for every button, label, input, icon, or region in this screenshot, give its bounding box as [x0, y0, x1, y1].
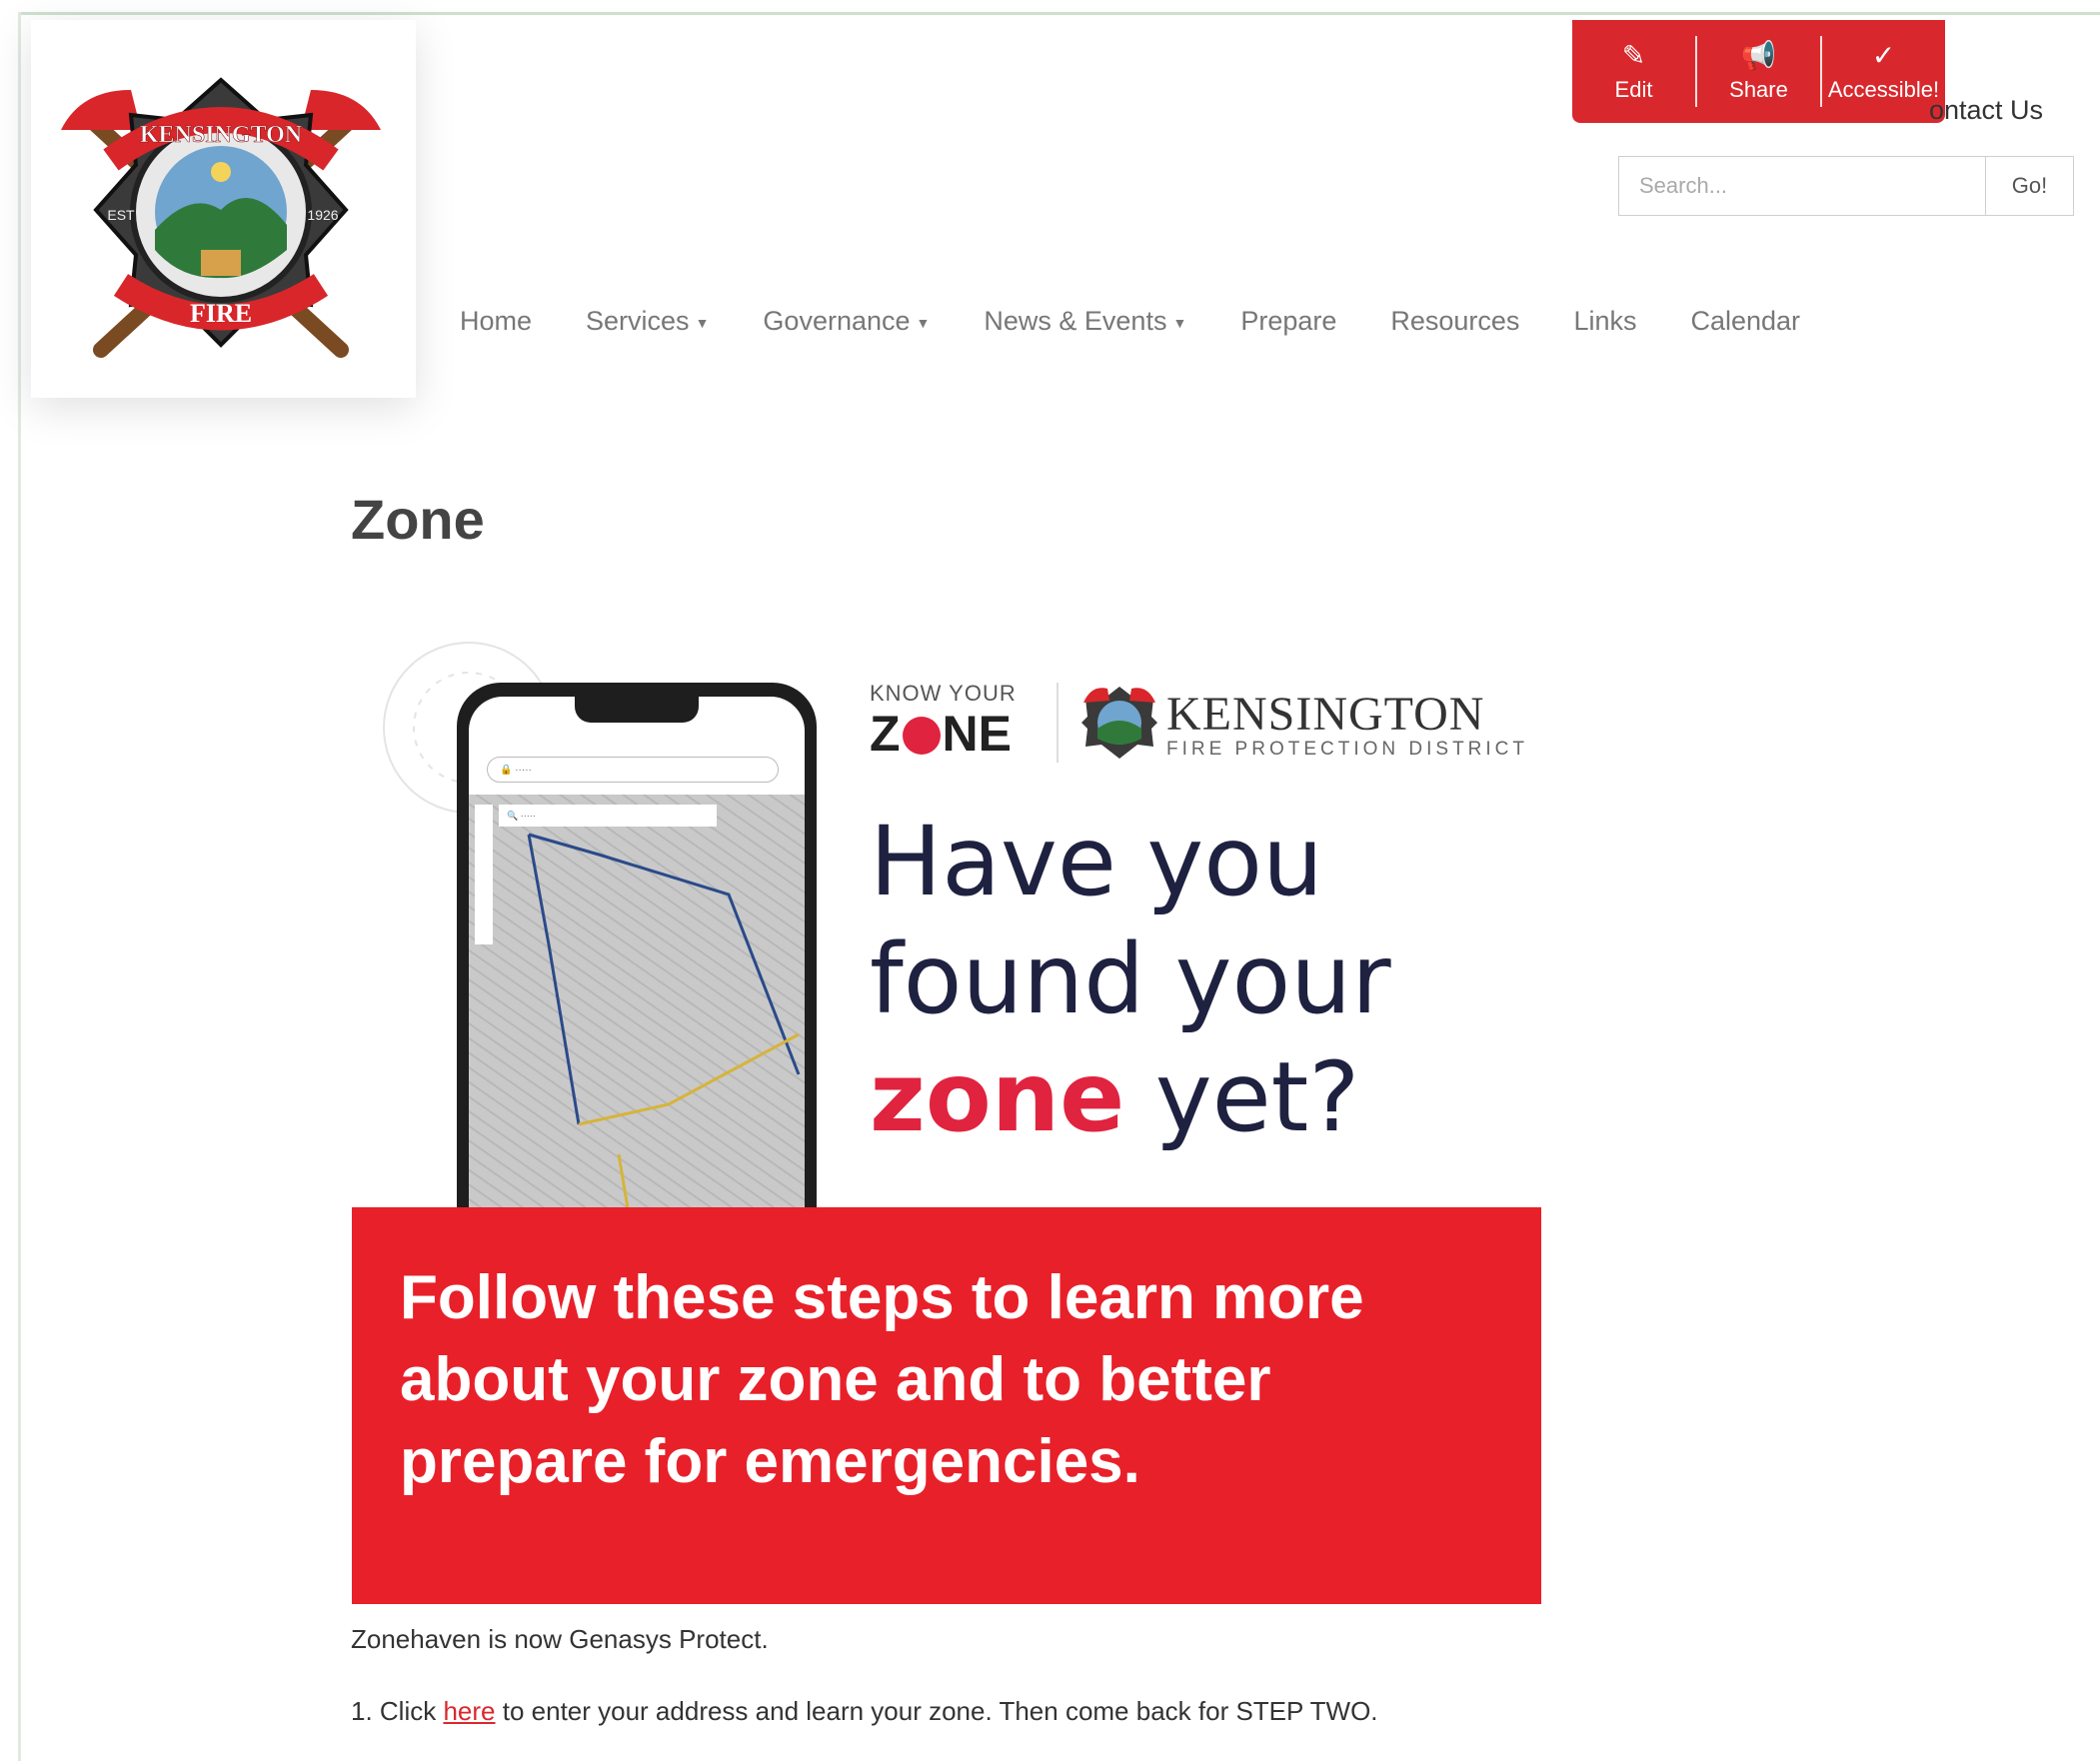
know-your-label: KNOW YOUR — [870, 681, 1017, 706]
nav-label: Home — [460, 306, 533, 336]
genasys-note: Zonehaven is now Genasys Protect. — [351, 1624, 769, 1654]
page-title: Zone — [351, 488, 485, 551]
nav-governance[interactable]: Governance ▼ — [736, 306, 957, 337]
phone-address-bar: 🔒 ····· — [487, 757, 779, 783]
zone-banner: 🔒 ····· 🔍 ····· KNOW YOUR Z NE KENSINGTON… — [352, 633, 1541, 1604]
nav-resources[interactable]: Resources — [1363, 306, 1546, 337]
kensington-mini-badge-icon — [1081, 687, 1157, 759]
edit-label: Edit — [1614, 76, 1653, 102]
nav-label: Links — [1573, 306, 1637, 336]
brand-subtitle: FIRE PROTECTION DISTRICT — [1166, 739, 1528, 760]
headline-line-1: Have you — [870, 806, 1323, 917]
brand-name: KENSINGTON — [1166, 688, 1485, 741]
logo-left-text: EST — [107, 207, 135, 223]
edit-button[interactable]: ✎ Edit — [1572, 20, 1695, 123]
phone-mockup: 🔒 ····· 🔍 ····· — [457, 683, 817, 1242]
accessible-label: Accessible! — [1827, 76, 1940, 102]
search-input[interactable] — [1619, 157, 1985, 215]
contact-us-link[interactable]: ontact Us — [1929, 95, 2043, 126]
step-one-prefix: 1. Click — [351, 1696, 444, 1726]
nav-label: Governance — [763, 306, 911, 336]
logo-bottom-text: FIRE — [190, 299, 252, 328]
phone-notch — [575, 697, 699, 723]
pencil-icon: ✎ — [1621, 39, 1646, 71]
page-frame-left — [18, 12, 21, 1761]
step-one-text: 1. Click here to enter your address and … — [351, 1696, 1378, 1727]
here-link[interactable]: here — [443, 1696, 495, 1726]
zone-map-image: 🔍 ····· — [469, 795, 805, 1242]
nav-label: Calendar — [1690, 306, 1801, 336]
nav-label: Resources — [1390, 306, 1520, 336]
site-logo[interactable]: KENSINGTON FIRE EST 1926 — [31, 20, 416, 398]
headline-end: yet? — [1124, 1041, 1360, 1153]
page-frame-top — [18, 12, 2100, 15]
search-form: Go! — [1618, 156, 2074, 216]
share-button[interactable]: 📢 Share — [1697, 20, 1820, 123]
zone-boundary-lines — [527, 833, 801, 1242]
nav-label: Services — [586, 306, 690, 336]
nav-label: News & Events — [984, 306, 1167, 336]
zone-wordmark: Z NE — [870, 705, 1012, 763]
phone-screen: 🔒 ····· 🔍 ····· — [469, 697, 805, 1242]
caret-down-icon: ▼ — [1172, 314, 1187, 331]
megaphone-icon: 📢 — [1741, 39, 1776, 71]
zone-z: Z — [870, 706, 901, 762]
nav-home[interactable]: Home — [460, 306, 559, 337]
edit-share-toolbar: ✎ Edit 📢 Share ✓ Accessible! — [1572, 20, 1945, 123]
accessible-button[interactable]: ✓ Accessible! — [1822, 20, 1945, 123]
nav-prepare[interactable]: Prepare — [1213, 306, 1363, 337]
headline-highlight: zone — [870, 1041, 1125, 1153]
logo-right-text: 1926 — [307, 207, 338, 223]
nav-services[interactable]: Services ▼ — [559, 306, 736, 337]
kensington-fire-badge-icon: KENSINGTON FIRE EST 1926 — [61, 77, 381, 358]
logo-top-text: KENSINGTON — [140, 122, 303, 148]
caret-down-icon: ▼ — [916, 314, 931, 331]
main-nav: Home Services ▼ Governance ▼ News & Events… — [460, 306, 1827, 337]
nav-news-events[interactable]: News & Events ▼ — [957, 306, 1213, 337]
headline-line-2: found your — [870, 923, 1391, 1035]
nav-label: Prepare — [1240, 306, 1337, 336]
zone-ne: NE — [942, 706, 1013, 762]
banner-headline: Have you found your zone yet? — [870, 803, 1469, 1156]
caret-down-icon: ▼ — [695, 314, 710, 331]
zone-o-icon — [902, 717, 941, 755]
nav-calendar[interactable]: Calendar — [1663, 306, 1827, 337]
steps-callout-text: Follow these steps to learn more about y… — [400, 1263, 1364, 1496]
search-go-button[interactable]: Go! — [1985, 157, 2073, 215]
check-circle-icon: ✓ — [1871, 39, 1896, 71]
steps-callout-box: Follow these steps to learn more about y… — [352, 1207, 1541, 1604]
share-label: Share — [1729, 76, 1788, 102]
headline-line-3: zone yet? — [870, 1038, 1469, 1156]
brand-divider — [1056, 683, 1058, 763]
step-one-suffix: to enter your address and learn your zon… — [495, 1696, 1378, 1726]
nav-links[interactable]: Links — [1546, 306, 1663, 337]
